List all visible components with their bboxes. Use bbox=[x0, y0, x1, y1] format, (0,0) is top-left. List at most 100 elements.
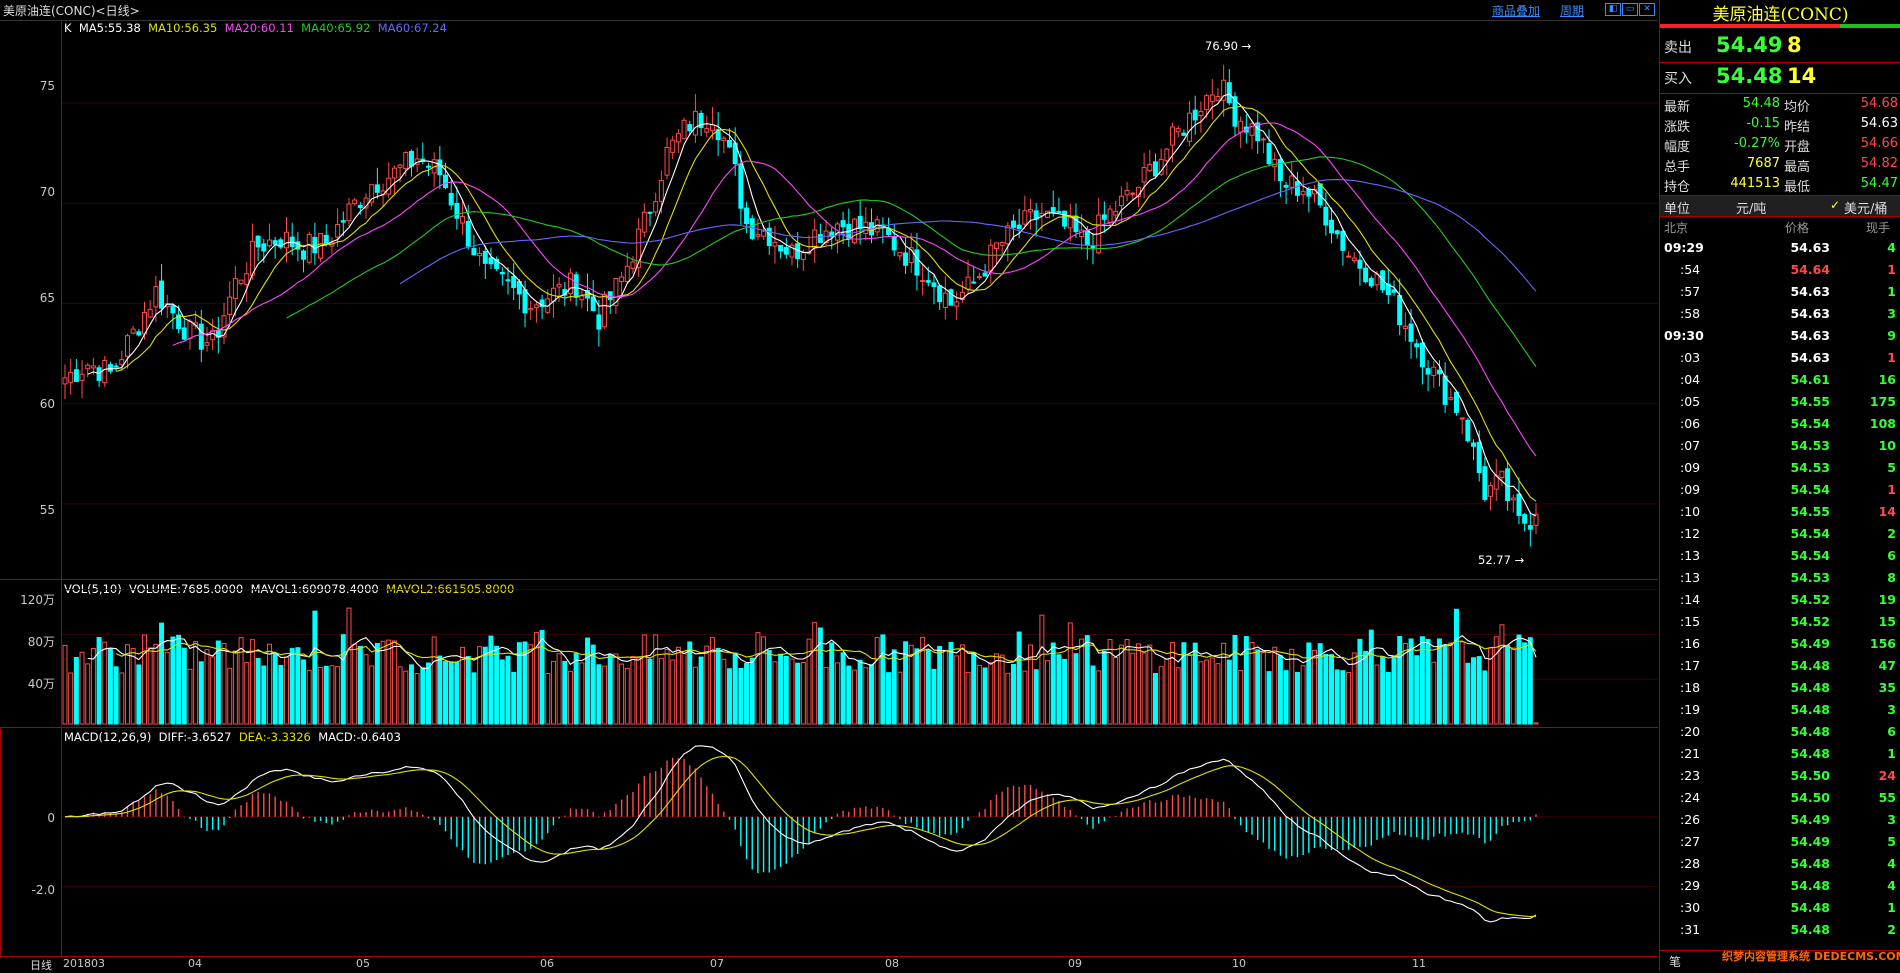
candle-body bbox=[1215, 96, 1221, 102]
candle-body bbox=[1402, 325, 1408, 330]
volume-bar bbox=[1306, 642, 1312, 725]
unit-option-usd[interactable]: 美元/桶 bbox=[1844, 198, 1887, 217]
tick-price: 54.54 bbox=[1790, 526, 1830, 541]
volume-bar bbox=[363, 654, 369, 725]
volume-bar bbox=[414, 673, 420, 725]
candle-body bbox=[1419, 342, 1425, 368]
candle-body bbox=[232, 278, 238, 299]
candle-body bbox=[301, 250, 307, 260]
stat-label: 最高 bbox=[1784, 160, 1811, 175]
x-label-09: 09 bbox=[1068, 957, 1082, 970]
close-icon[interactable]: ✕ bbox=[1639, 3, 1655, 16]
volume-bar bbox=[1005, 672, 1011, 725]
candle-body bbox=[897, 251, 903, 257]
volume-bar bbox=[1357, 638, 1363, 725]
stat-value: 54.48 bbox=[1742, 96, 1780, 111]
tick-time: :09 bbox=[1680, 482, 1701, 497]
tick-qty: 108 bbox=[1869, 416, 1896, 431]
ticks-header: 北京 价格 现手 bbox=[1660, 217, 1900, 237]
tick-qty: 5 bbox=[1887, 460, 1896, 475]
volume-bar bbox=[1141, 652, 1147, 725]
tick-qty: 8 bbox=[1887, 570, 1896, 585]
candle-body bbox=[687, 124, 693, 132]
tick-price: 54.48 bbox=[1790, 900, 1830, 915]
volume-bar bbox=[1209, 657, 1215, 725]
volume-bar bbox=[346, 607, 352, 725]
tick-price: 54.53 bbox=[1790, 438, 1830, 453]
volume-bar bbox=[778, 653, 784, 725]
candle-body bbox=[1471, 442, 1477, 447]
candle-body bbox=[1209, 94, 1215, 103]
volume-bar bbox=[386, 639, 392, 725]
volume-bar bbox=[550, 660, 556, 725]
volume-bar bbox=[397, 666, 403, 725]
volume-bar bbox=[579, 662, 585, 725]
price-chart[interactable] bbox=[0, 21, 1658, 971]
volume-bar bbox=[692, 666, 698, 725]
bar-red bbox=[1660, 24, 1840, 28]
candle-body bbox=[227, 296, 233, 315]
tick-time: :13 bbox=[1680, 570, 1701, 585]
candle-body bbox=[920, 280, 926, 283]
volume-bar bbox=[846, 665, 852, 725]
tick-time: :57 bbox=[1680, 284, 1701, 299]
tick-time: :10 bbox=[1680, 504, 1701, 519]
volume-bar bbox=[1022, 670, 1028, 725]
volume-bar bbox=[1221, 642, 1227, 725]
volume-bar bbox=[840, 652, 846, 725]
volume-bar bbox=[959, 644, 965, 725]
volume-bar bbox=[1465, 662, 1471, 725]
volume-bar bbox=[869, 664, 874, 725]
chart-area[interactable]: K MA5:55.38 MA10:56.35 MA20:60.11 MA40:6… bbox=[0, 21, 1658, 972]
tick-tab[interactable]: 笔 bbox=[1669, 953, 1681, 970]
overlay-commodity-link[interactable]: 商品叠加 bbox=[1492, 2, 1540, 19]
candle-body bbox=[954, 301, 960, 307]
candle-body bbox=[198, 323, 204, 350]
volume-bar bbox=[312, 610, 318, 725]
volume-bar bbox=[1187, 654, 1193, 725]
candle-body bbox=[187, 320, 193, 339]
volume-bar bbox=[1266, 671, 1272, 725]
candle-body bbox=[522, 289, 528, 314]
tick-row: 09:29 54.63 4 bbox=[1660, 237, 1900, 259]
buy-row[interactable]: 买入 54.48 14 bbox=[1660, 64, 1900, 92]
volume-bar bbox=[170, 636, 176, 725]
tick-row: 09:30 54.63 9 bbox=[1660, 325, 1900, 347]
ticks-list[interactable]: 09:29 54.63 4:54 54.64 1:57 54.63 1:58 54.63 3 09… bbox=[1660, 237, 1900, 949]
candle-body bbox=[1425, 368, 1431, 375]
stat-value: 54.82 bbox=[1860, 156, 1898, 171]
candle-body bbox=[727, 139, 732, 148]
candle-body bbox=[511, 275, 517, 289]
tick-time: :20 bbox=[1680, 724, 1701, 739]
candle-body bbox=[840, 220, 846, 228]
tick-qty: 1 bbox=[1887, 350, 1896, 365]
volume-bar bbox=[1522, 642, 1528, 725]
candle-body bbox=[1334, 230, 1340, 235]
unit-option-cny[interactable]: 元/吨 bbox=[1736, 198, 1766, 217]
sell-row[interactable]: 卖出 54.49 8 bbox=[1660, 33, 1900, 61]
stat-label: 最低 bbox=[1784, 180, 1811, 195]
volume-bar bbox=[1402, 643, 1408, 725]
candle-body bbox=[1050, 207, 1056, 213]
volume-bar bbox=[1459, 641, 1465, 725]
restore-icon[interactable]: ◧ bbox=[1605, 3, 1621, 16]
candle-body bbox=[1187, 112, 1193, 142]
tick-row: :13 54.53 8 bbox=[1660, 567, 1900, 589]
candle-body bbox=[1005, 225, 1011, 245]
volume-bar bbox=[1147, 644, 1153, 725]
candle-body bbox=[738, 163, 744, 209]
maximize-icon[interactable]: ▭ bbox=[1622, 3, 1638, 16]
volume-bar bbox=[687, 641, 693, 725]
buy-price: 54.48 bbox=[1716, 64, 1783, 88]
tick-qty: 1 bbox=[1887, 900, 1896, 915]
volume-bar bbox=[675, 646, 681, 725]
period-link[interactable]: 周期 bbox=[1560, 2, 1584, 19]
candle-body bbox=[96, 367, 102, 381]
unit-bar[interactable]: 单位 元/吨 ✓ 美元/桶 bbox=[1660, 195, 1900, 217]
volume-bar bbox=[255, 657, 261, 725]
volume-bar bbox=[908, 644, 914, 725]
volume-bar bbox=[590, 644, 596, 725]
volume-bar bbox=[1113, 657, 1119, 725]
volume-bar bbox=[238, 637, 244, 725]
tick-row: :30 54.48 1 bbox=[1660, 897, 1900, 919]
